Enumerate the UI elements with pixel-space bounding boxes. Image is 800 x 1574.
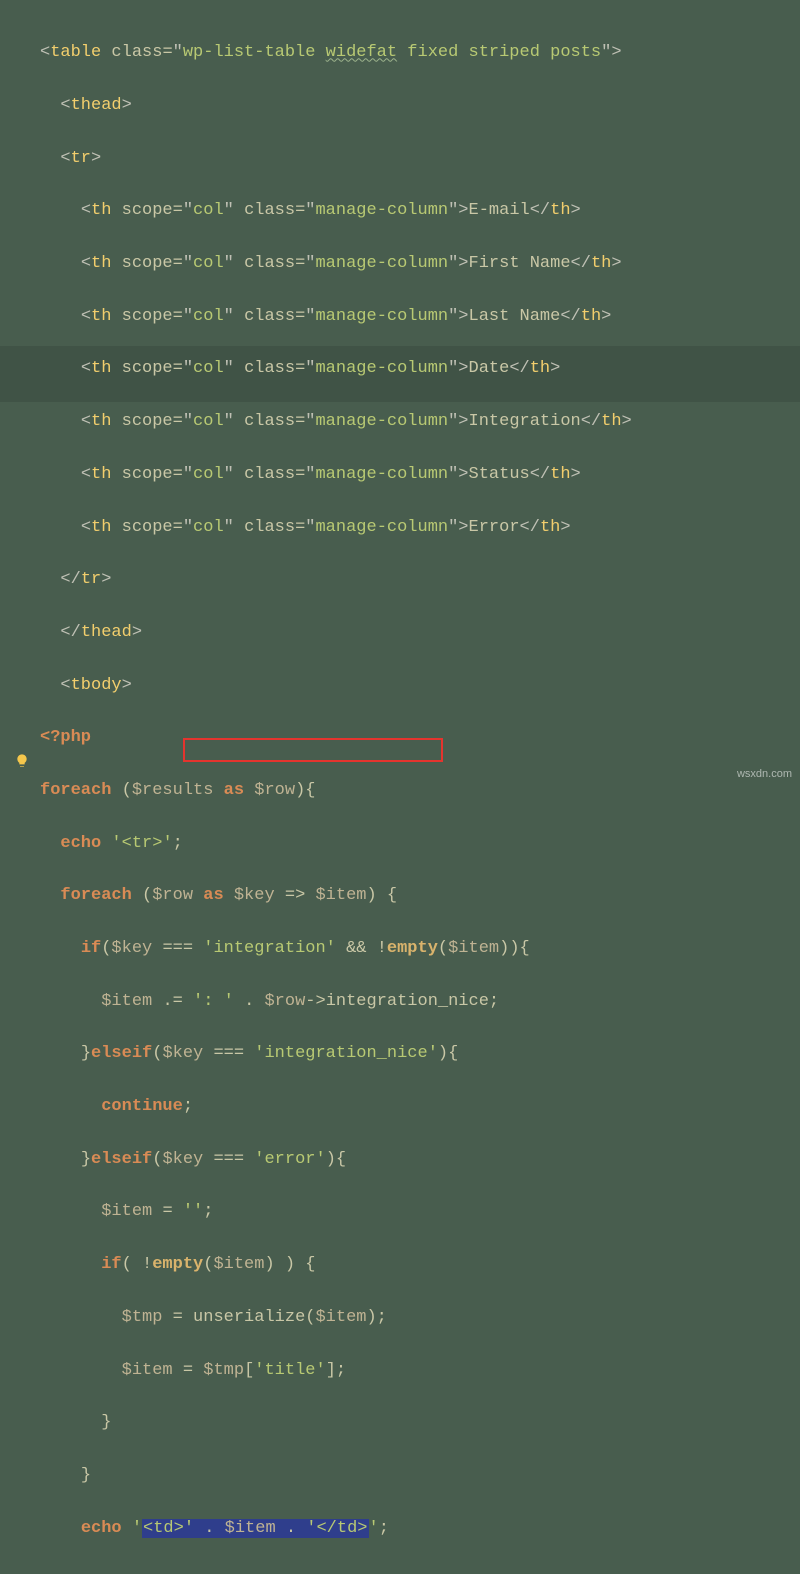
code-token: wp-list-table widefat fixed striped post… [183, 43, 601, 62]
watermark: wsxdn.com [737, 766, 792, 783]
selection: <td>' . $item . '</td> [142, 1519, 368, 1538]
php-open-tag: <?php [40, 728, 91, 747]
code-editor[interactable]: <table class="wp-list-table widefat fixe… [40, 14, 800, 1574]
code-token: table [50, 43, 101, 62]
lightbulb-icon[interactable] [14, 753, 30, 769]
